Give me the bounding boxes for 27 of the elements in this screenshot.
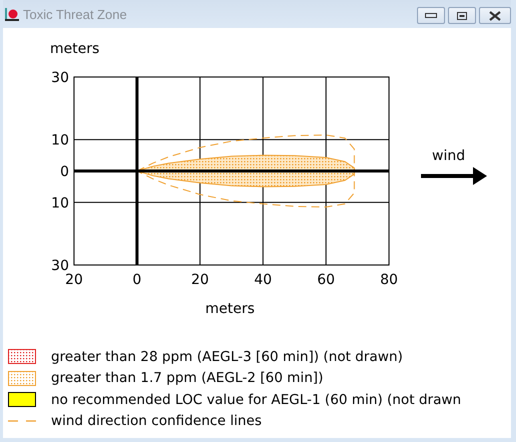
y-tick-label: 10 xyxy=(51,132,69,149)
close-icon xyxy=(489,10,501,20)
x-tick-label: 20 xyxy=(191,272,209,288)
maximize-button[interactable] xyxy=(448,7,476,24)
y-tick-label: 0 xyxy=(60,164,69,180)
y-tick-label: 30 xyxy=(51,70,69,86)
wind-label: wind xyxy=(432,148,466,164)
window-title: Toxic Threat Zone xyxy=(23,6,127,22)
maximize-icon xyxy=(457,12,467,20)
x-tick-label: 0 xyxy=(132,272,142,288)
legend-label: greater than 1.7 ppm (AEGL-2 [60 min]) xyxy=(51,370,324,386)
minimize-button[interactable] xyxy=(417,7,445,24)
x-tick-label: 80 xyxy=(380,272,398,288)
x-tick-label: 60 xyxy=(317,272,335,288)
wind-arrow-icon xyxy=(421,166,487,186)
legend-label: wind direction confidence lines xyxy=(51,413,262,430)
y-tick-label: 30 xyxy=(51,258,69,274)
x-tick-label: 20 xyxy=(65,272,83,288)
close-button[interactable] xyxy=(479,7,511,24)
y-axis-label: meters xyxy=(50,41,100,57)
x-tick-label: 40 xyxy=(254,272,272,288)
x-axis-label: meters xyxy=(205,301,255,317)
legend-label: no recommended LOC value for AEGL-1 (60 min) (not drawn xyxy=(51,392,462,408)
minimize-icon xyxy=(425,12,437,18)
legend-label: greater than 28 ppm (AEGL-3 [60 min]) (not drawn) xyxy=(51,348,403,365)
y-tick-label: 10 xyxy=(51,195,69,212)
app-icon xyxy=(5,7,19,21)
